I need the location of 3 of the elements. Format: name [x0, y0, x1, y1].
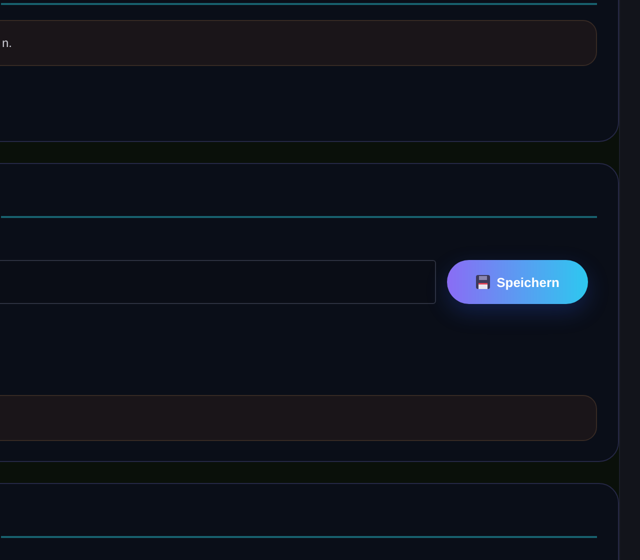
- input-field[interactable]: [0, 260, 436, 304]
- notice-text: n.: [2, 36, 12, 50]
- save-button[interactable]: Speichern: [447, 260, 588, 304]
